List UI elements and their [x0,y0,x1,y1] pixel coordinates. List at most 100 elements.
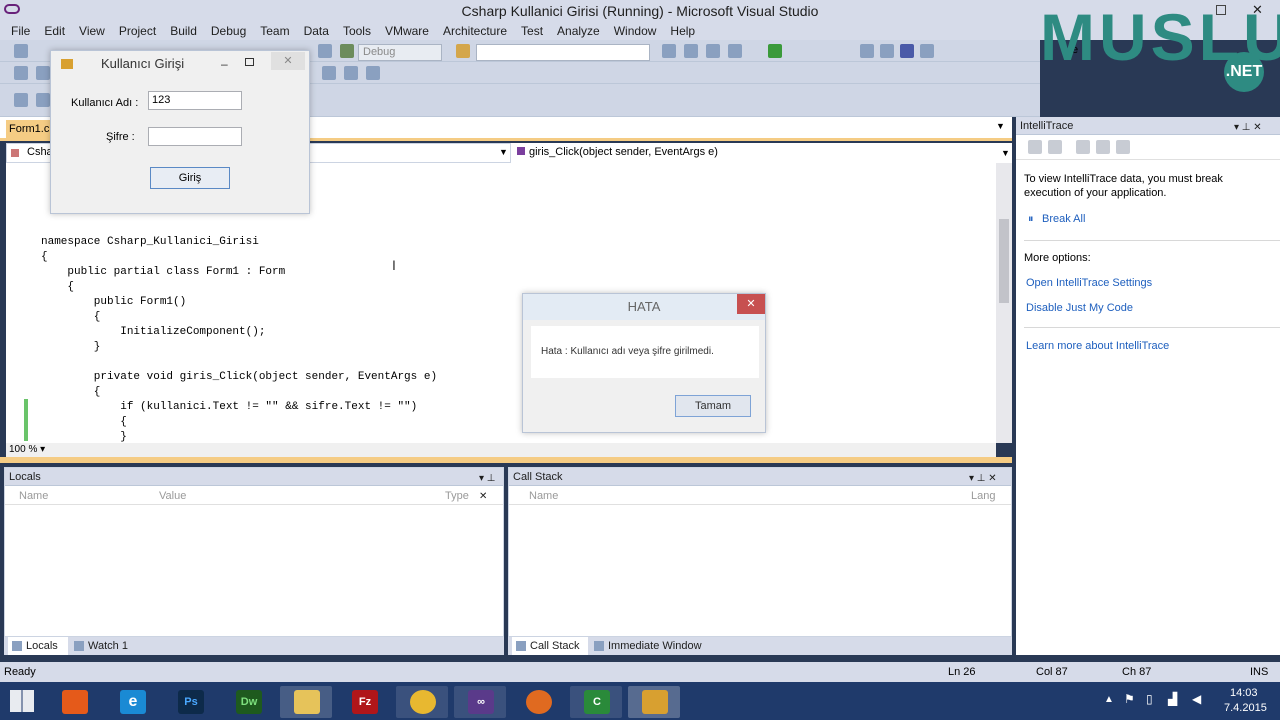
bookmark-icon[interactable] [366,66,380,80]
taskbar-app-photoshop[interactable]: Ps [164,686,216,718]
tray-volume-icon[interactable]: ◀ [1192,692,1201,706]
taskbar-app-running-form[interactable] [628,686,680,718]
error-close-button[interactable]: ✕ [737,294,765,314]
minimize-icon[interactable]: – [221,51,228,77]
toolbox-icon[interactable] [728,44,742,58]
solution-explorer-icon[interactable] [662,44,676,58]
nav-type-combo[interactable]: Csha [27,146,53,158]
tray-flag-icon[interactable]: ⚑ [1124,692,1135,706]
username-label: Kullanıcı Adı : [71,97,139,109]
callstack-pin-icon[interactable]: ▾ ⊥ ✕ [969,470,997,488]
solution-config-combo[interactable]: Debug [358,44,442,61]
menu-team[interactable]: Team [253,22,296,40]
stop-icon[interactable] [900,44,914,58]
start-button[interactable] [10,690,34,712]
outdent-icon[interactable] [36,93,50,107]
code-line-if: if (kullanici.Text != "" && sifre.Text !… [41,401,418,413]
save-all-icon[interactable] [318,44,332,58]
tab-immediate[interactable]: Immediate Window [590,637,702,655]
new-project-icon[interactable] [14,44,28,58]
menu-build[interactable]: Build [163,22,204,40]
locals-col-value[interactable]: Value [159,487,186,505]
find-icon[interactable] [456,44,470,58]
settings-icon[interactable] [1096,140,1110,154]
indent-icon[interactable] [14,93,28,107]
disable-just-my-code-link[interactable]: Disable Just My Code [1026,302,1133,314]
ok-button[interactable]: Tamam [675,395,751,417]
align-icon[interactable] [36,66,50,80]
callstack-col-lang[interactable]: Lang [971,487,995,505]
menu-debug[interactable]: Debug [204,22,253,40]
menu-data[interactable]: Data [297,22,336,40]
properties-icon[interactable] [684,44,698,58]
object-browser-icon[interactable] [706,44,720,58]
nav-type-dropdown-icon[interactable]: ▼ [499,147,508,157]
taskbar-app-dreamweaver[interactable]: Dw [222,686,274,718]
layout-icon[interactable] [14,66,28,80]
tab-list-dropdown-icon[interactable]: ▼ [996,121,1005,131]
username-input[interactable]: 123 [148,91,242,110]
tray-date[interactable]: 7.4.2015 [1224,702,1267,714]
tab-watch1[interactable]: Watch 1 [70,637,128,655]
menu-architecture[interactable]: Architecture [436,22,514,40]
taskbar-app-explorer[interactable] [280,686,332,718]
editor-scrollbar[interactable] [996,163,1012,443]
tray-time[interactable]: 14:03 [1230,687,1258,699]
member-combo[interactable]: giris_Click(object sender, EventArgs e) … [510,143,1012,163]
pause-icon[interactable] [880,44,894,58]
member-dropdown-icon[interactable]: ▼ [1001,144,1010,162]
tab-callstack[interactable]: Call Stack [512,637,588,655]
taskbar-app-visualstudio[interactable]: ∞ [454,686,506,718]
code-line-init: InitializeComponent(); [41,326,266,338]
locals-col-type[interactable]: Type [445,487,469,505]
taskbar-app-media[interactable] [48,686,100,718]
menu-test[interactable]: Test [514,22,550,40]
open-log-icon[interactable] [1076,140,1090,154]
visual-studio-icon: ∞ [468,690,494,714]
login-button[interactable]: Giriş [150,167,230,189]
menu-vmware[interactable]: VMware [378,22,436,40]
comment-icon[interactable] [322,66,336,80]
menu-file[interactable]: File [4,22,37,40]
menu-project[interactable]: Project [112,22,163,40]
zoom-level[interactable]: 100 % ▾ [6,443,996,457]
taskbar-app-camtasia[interactable]: C [570,686,622,718]
step-into-icon[interactable] [860,44,874,58]
menu-view[interactable]: View [72,22,112,40]
callstack-title-text: Call Stack [513,471,563,483]
events-view-icon[interactable] [1028,140,1042,154]
locals-col-name[interactable]: Name [19,487,48,505]
password-input[interactable] [148,127,242,146]
maximize-icon[interactable] [245,58,254,66]
search-icon[interactable] [1116,140,1130,154]
break-all-link[interactable]: Break All [1042,213,1085,225]
find-combo[interactable] [476,44,650,61]
login-close-button[interactable]: ✕ [271,52,305,70]
scroll-thumb[interactable] [999,219,1009,303]
callstack-col-name[interactable]: Name [529,487,558,505]
intellitrace-message: To view IntelliTrace data, you must brea… [1024,173,1223,199]
pause-icon[interactable]: ⏸ [1028,213,1034,226]
continue-icon[interactable] [340,44,354,58]
uncomment-icon[interactable] [344,66,358,80]
taskbar-app-ie[interactable]: e [106,686,158,718]
menu-analyze[interactable]: Analyze [550,22,607,40]
menu-tools[interactable]: Tools [336,22,378,40]
calls-view-icon[interactable] [1048,140,1062,154]
tray-arrow-icon[interactable]: ▲ [1104,694,1114,705]
menu-window[interactable]: Window [607,22,664,40]
tray-power-icon[interactable]: ▯ [1146,692,1153,706]
intellitrace-pin-icon[interactable]: ▾ ⊥ ✕ [1234,119,1262,137]
learn-more-link[interactable]: Learn more about IntelliTrace [1026,340,1169,352]
tray-network-icon[interactable]: ▟ [1168,692,1177,706]
taskbar-app-firefox[interactable] [512,686,564,718]
start-icon[interactable] [768,44,782,58]
open-settings-link[interactable]: Open IntelliTrace Settings [1026,277,1152,289]
taskbar-app-chrome[interactable] [396,686,448,718]
taskbar-app-filezilla[interactable]: Fz [338,686,390,718]
code-line: } [41,341,101,353]
restart-icon[interactable] [920,44,934,58]
menu-help[interactable]: Help [663,22,702,40]
menu-edit[interactable]: Edit [37,22,72,40]
tab-locals[interactable]: Locals [8,637,68,655]
